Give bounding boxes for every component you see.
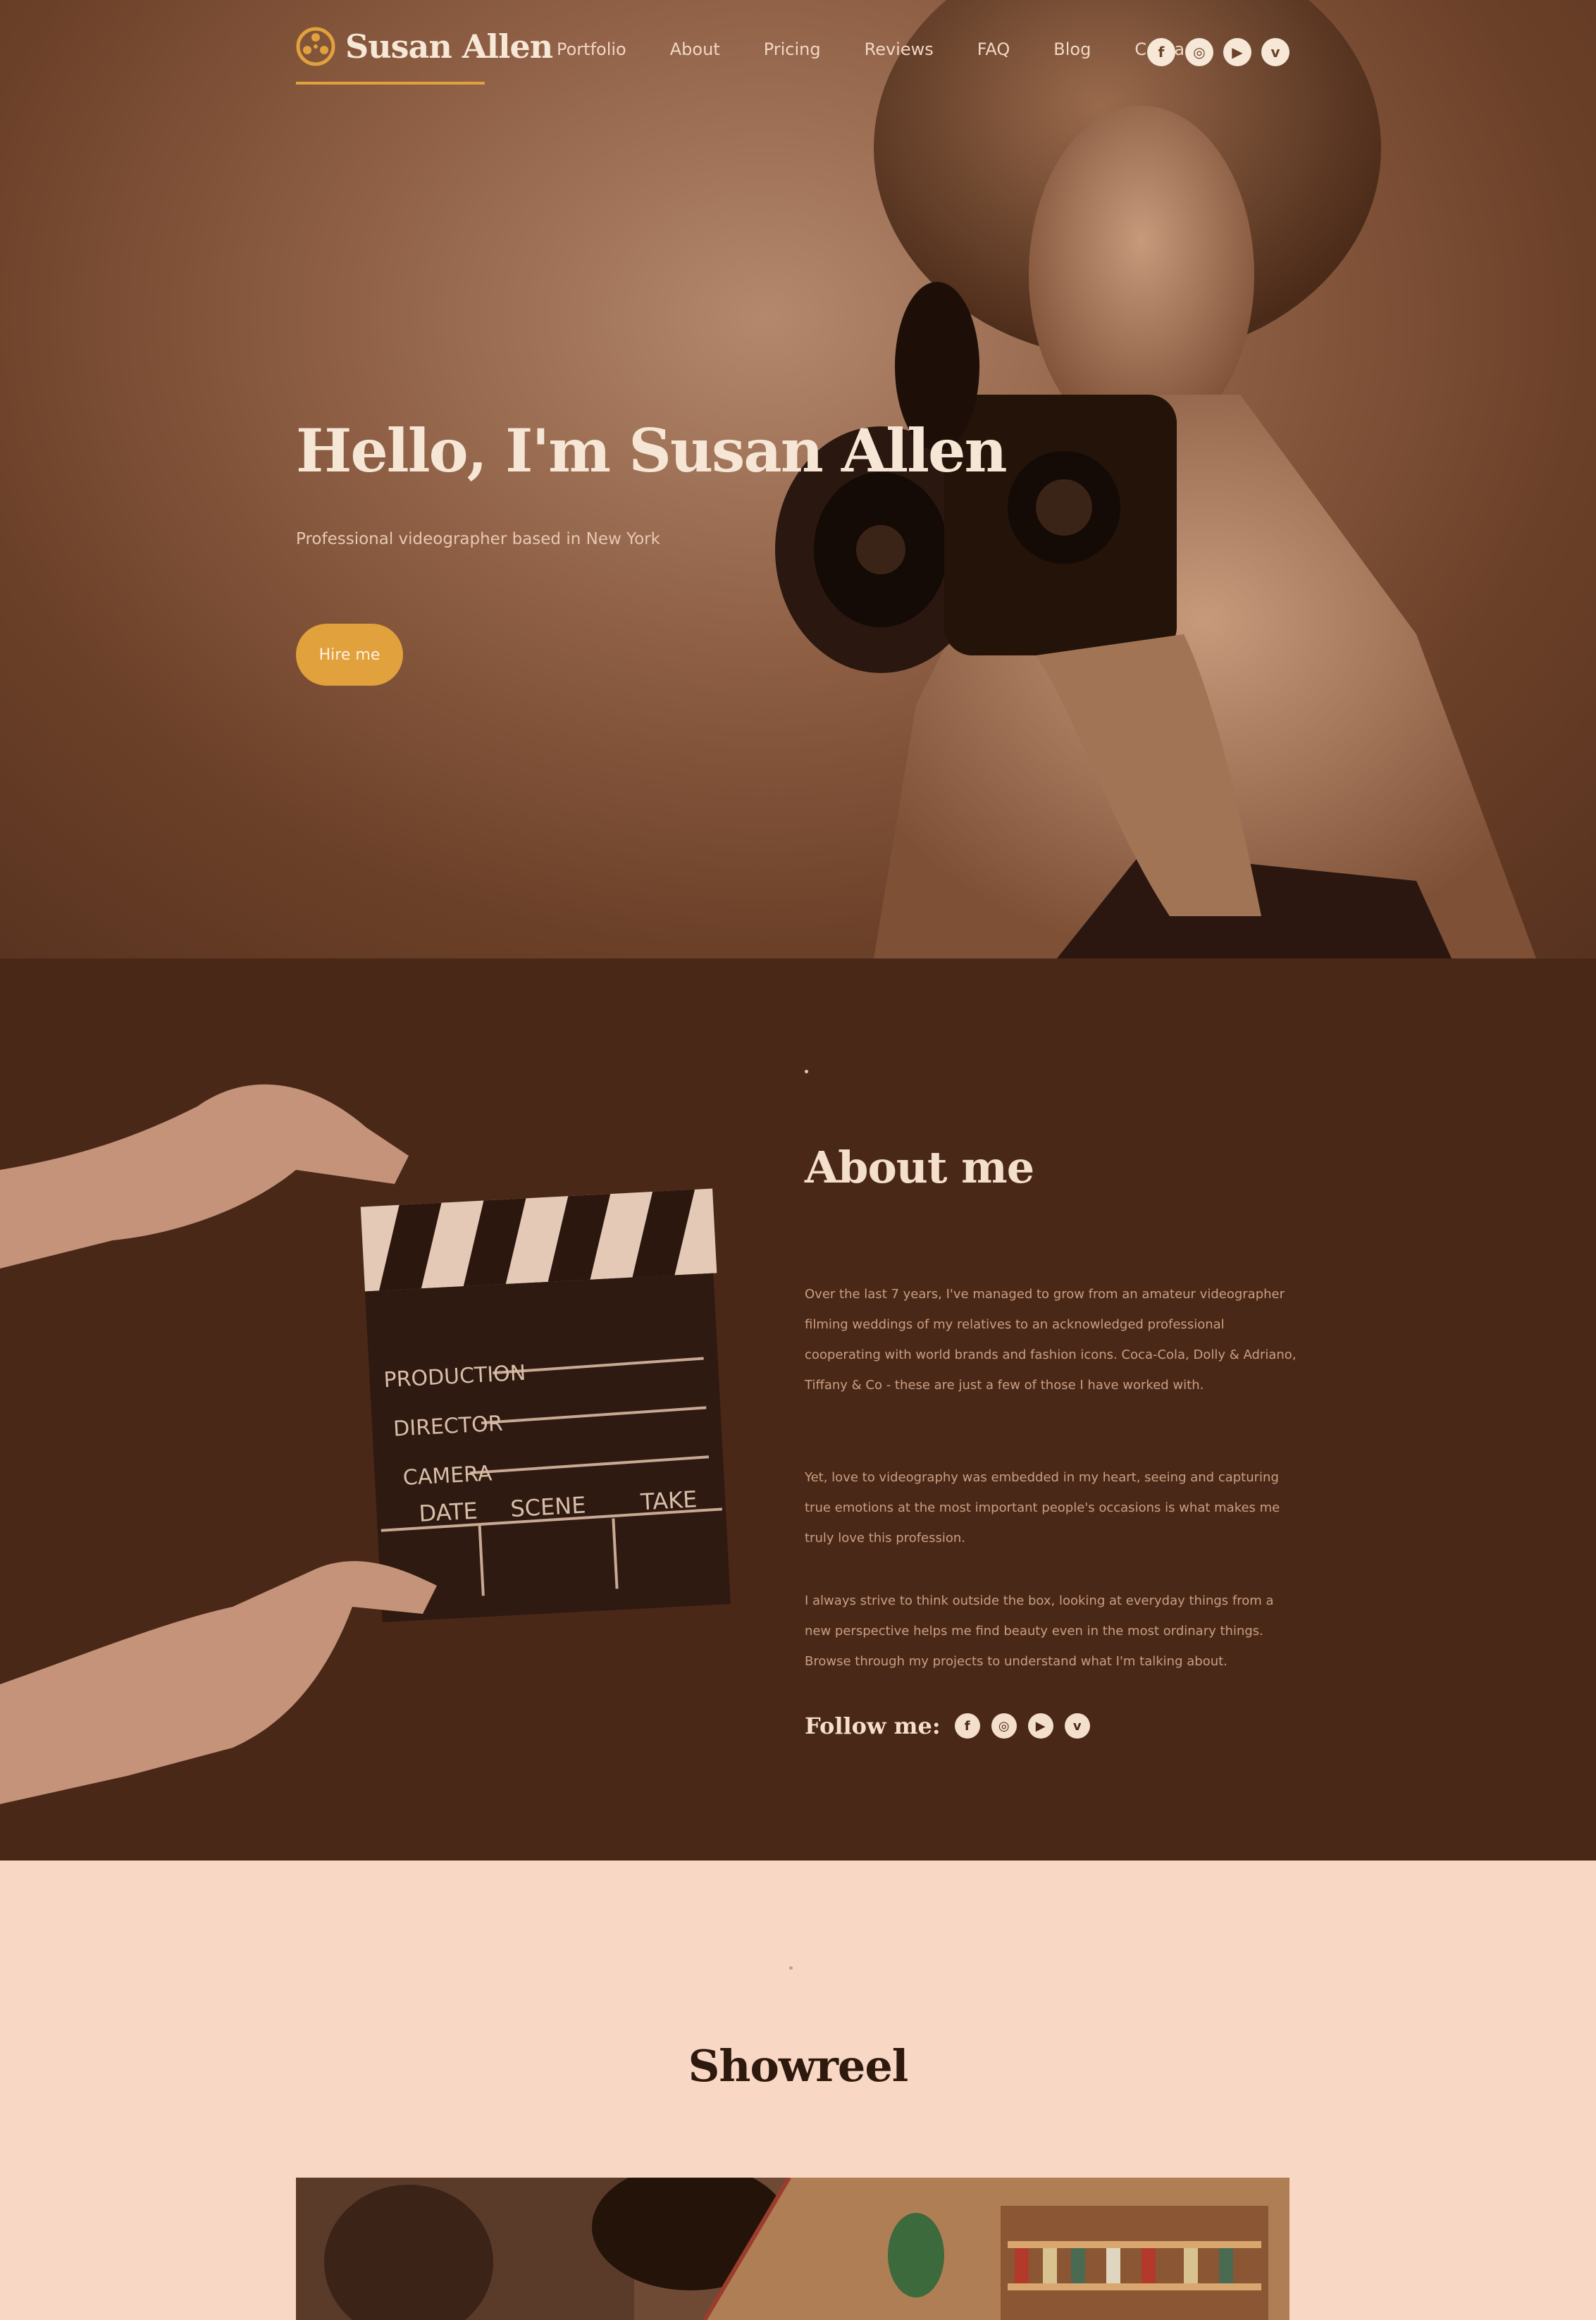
about-paragraph-2: Yet, love to videography was embedded in… <box>805 1470 1280 1545</box>
about-paragraph-1: Over the last 7 years, I've managed to g… <box>805 1287 1297 1393</box>
nav-blog[interactable]: Blog <box>1053 39 1091 59</box>
hero-title: Hello, I'm Susan Allen <box>296 416 1008 486</box>
top-navbar: Susan Allen Portfolio About Pricing Revi… <box>0 0 1596 109</box>
hero-section: Susan Allen Portfolio About Pricing Revi… <box>0 0 1596 958</box>
facebook-icon[interactable]: f <box>1147 38 1175 66</box>
nav-portfolio[interactable]: Portfolio <box>557 39 626 59</box>
showreel-title: Showreel <box>688 2040 909 2092</box>
nav-faq[interactable]: FAQ <box>977 39 1010 59</box>
about-decor-dot <box>805 1070 808 1073</box>
clap-date-label: DATE <box>419 1498 478 1527</box>
nav-reviews[interactable]: Reviews <box>865 39 934 59</box>
instagram-icon[interactable]: ◎ <box>1185 38 1213 66</box>
youtube-icon[interactable]: ▶ <box>1223 38 1251 66</box>
showreel-video-thumbnail[interactable] <box>296 2178 1289 2320</box>
facebook-icon[interactable]: f <box>954 1713 980 1739</box>
clap-take-label: TAKE <box>639 1486 698 1515</box>
clapperboard-photo: PRODUCTION DIRECTOR CAMERA DATE SCENE TA… <box>0 1084 731 1804</box>
about-title: About me <box>805 1142 1034 1193</box>
youtube-icon[interactable]: ▶ <box>1027 1713 1053 1739</box>
hero-subtitle: Professional videographer based in New Y… <box>296 530 660 548</box>
follow-me-row: Follow me: f ◎ ▶ v <box>805 1713 1101 1739</box>
clap-scene-label: SCENE <box>509 1492 586 1523</box>
follow-me-label: Follow me: <box>805 1713 941 1739</box>
about-section: PRODUCTION DIRECTOR CAMERA DATE SCENE TA… <box>0 958 1596 1861</box>
showreel-decor-dot <box>789 1966 793 1970</box>
film-reel-icon <box>296 27 335 66</box>
vimeo-icon[interactable]: v <box>1261 38 1289 66</box>
logo[interactable]: Susan Allen <box>296 27 553 85</box>
hire-me-button[interactable]: Hire me <box>296 624 403 686</box>
header-social-links: f ◎ ▶ v <box>1147 38 1289 66</box>
logo-underline <box>296 82 485 85</box>
nav-about[interactable]: About <box>670 39 720 59</box>
about-paragraph-3: I always strive to think outside the box… <box>805 1593 1274 1669</box>
vimeo-icon[interactable]: v <box>1064 1713 1090 1739</box>
clap-camera-label: CAMERA <box>402 1461 493 1491</box>
brand-name: Susan Allen <box>345 27 553 66</box>
instagram-icon[interactable]: ◎ <box>991 1713 1017 1739</box>
nav-pricing[interactable]: Pricing <box>764 39 821 59</box>
showreel-section: Showreel <box>0 1861 1596 2320</box>
